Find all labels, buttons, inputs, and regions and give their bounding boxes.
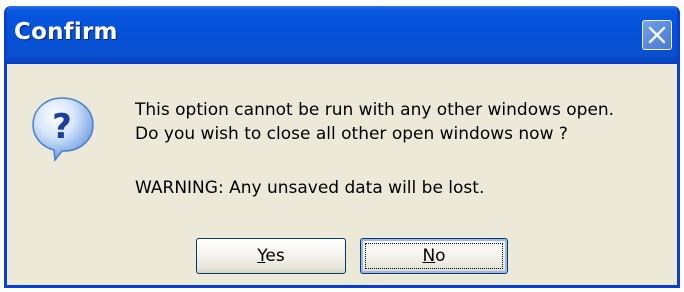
dialog-title: Confirm [14, 19, 118, 45]
yes-button[interactable]: Yes [196, 238, 346, 274]
yes-label-rest: es [265, 246, 285, 266]
confirm-dialog: Confirm ? This option cannot be run with… [4, 6, 680, 288]
no-button[interactable]: No [360, 238, 508, 274]
no-label-rest: o [435, 246, 446, 266]
title-bar[interactable]: Confirm [7, 6, 677, 64]
warning-text: WARNING: Any unsaved data will be lost. [135, 178, 485, 198]
svg-text:?: ? [52, 107, 72, 147]
message-line-1: This option cannot be run with any other… [135, 100, 615, 120]
message-line-2: Do you wish to close all other open wind… [135, 124, 568, 144]
question-icon: ? [29, 94, 99, 168]
close-icon [648, 26, 666, 44]
close-button[interactable] [642, 20, 672, 50]
no-mnemonic: N [422, 246, 436, 266]
